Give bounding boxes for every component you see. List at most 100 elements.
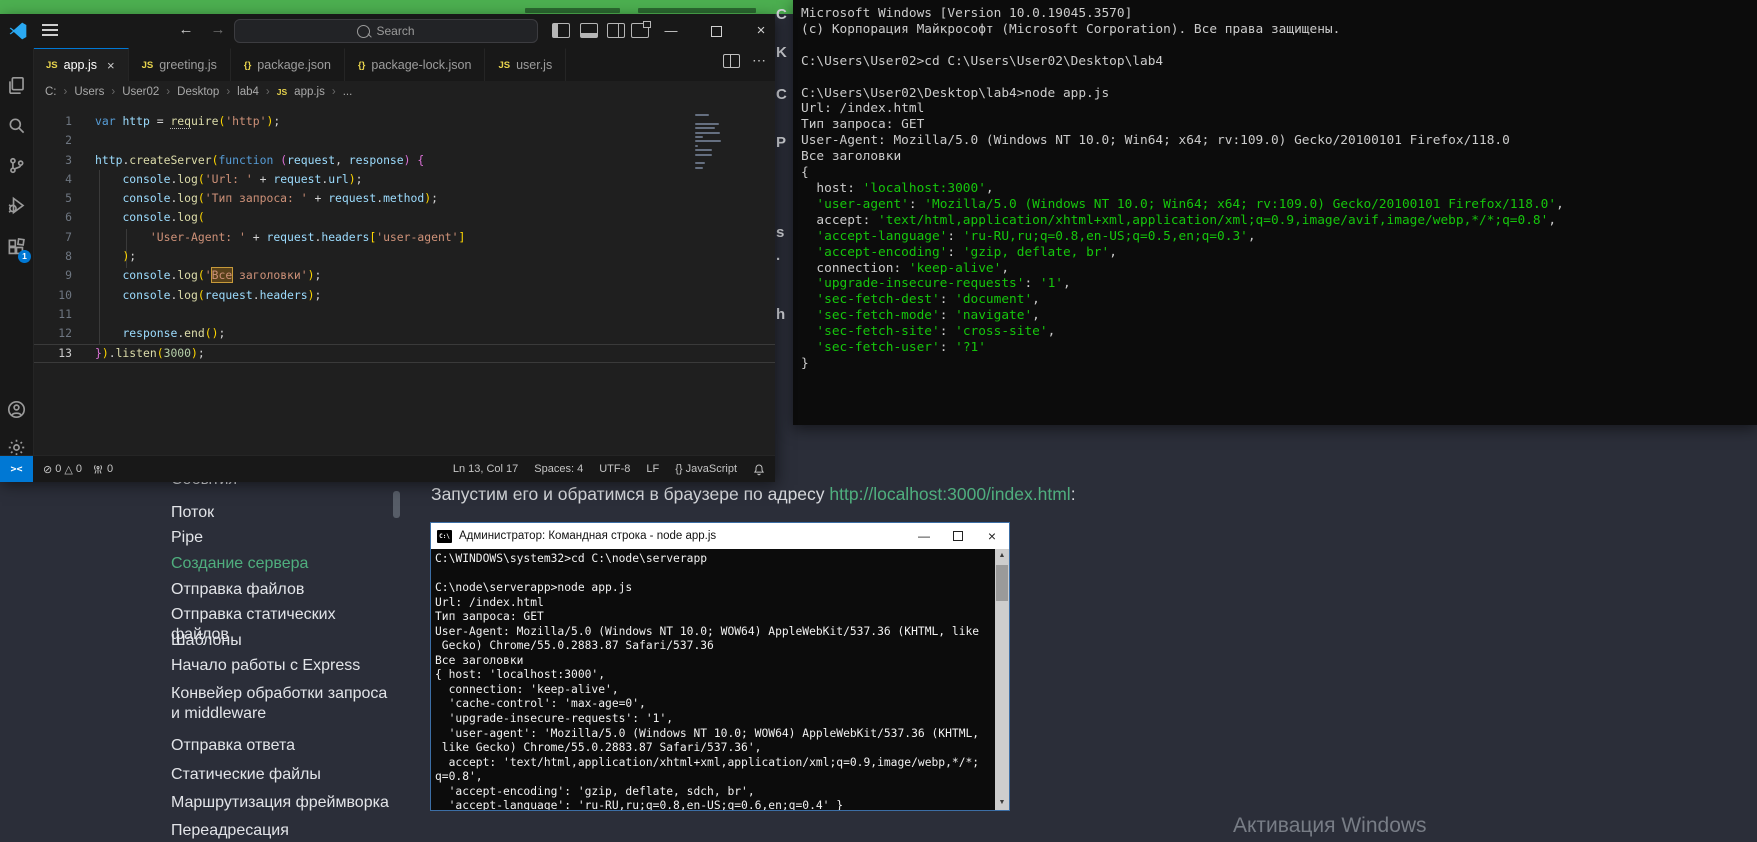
notifications-bell-icon[interactable] xyxy=(753,463,765,476)
terminal-line: 'sec-fetch-site': 'cross-site', xyxy=(801,324,1753,340)
breadcrumb-item[interactable]: Users xyxy=(74,86,104,98)
breadcrumb-item[interactable]: Desktop xyxy=(177,86,219,98)
code-line-10[interactable]: 10 console.log(request.headers); xyxy=(33,286,775,305)
more-actions-icon[interactable]: ⋯ xyxy=(752,54,767,68)
terminal-line: 'sec-fetch-dest': 'document', xyxy=(801,292,1753,308)
article-lead-text: Запустим его и обратимся в браузере по а… xyxy=(431,484,829,504)
cmd-console-line: 'accept-language': 'ru-RU,ru;q=0.8,en-US… xyxy=(435,799,993,810)
sidebar-item-12[interactable]: Маршрутизация фреймворка xyxy=(171,793,389,813)
minimap-line xyxy=(695,132,720,134)
account-icon[interactable] xyxy=(0,394,33,424)
sidebar-scrollbar[interactable] xyxy=(393,491,400,518)
toggle-panel-icon[interactable] xyxy=(580,23,598,38)
file-type-icon: JS xyxy=(498,60,510,71)
breadcrumb-item[interactable]: ... xyxy=(343,86,353,98)
cmd-console-line: 'accept-encoding': 'gzip, deflate, sdch,… xyxy=(435,785,993,800)
sidebar-item-10[interactable]: Отправка ответа xyxy=(171,736,295,756)
terminal-line: User-Agent: Mozilla/5.0 (Windows NT 10.0… xyxy=(801,133,1753,149)
sidebar-item-11[interactable]: Статические файлы xyxy=(171,765,321,785)
code-line-2[interactable]: 2 xyxy=(33,131,775,150)
breadcrumb-item[interactable]: app.js xyxy=(294,86,325,98)
remote-indicator[interactable]: >< xyxy=(0,456,33,482)
tabs: JSapp.js× JS greeting.js {}package.json{}pa… xyxy=(33,48,566,81)
split-editor-icon[interactable] xyxy=(723,54,740,68)
status-bar: >< ⊘ 0 △ 0 0 Ln 13, Col 17 Spaces: 4 UTF… xyxy=(0,455,775,482)
article-paragraph: Запустим его и обратимся в браузере по а… xyxy=(431,484,1076,505)
nav-forward-icon[interactable]: → xyxy=(208,21,228,38)
code-line-4[interactable]: 4 console.log('Url: ' + request.url); xyxy=(33,170,775,189)
breadcrumb-item[interactable]: User02 xyxy=(122,86,159,98)
tab-package.json[interactable]: {}package.json xyxy=(231,48,345,81)
tab-actions: ⋯ xyxy=(723,54,767,68)
cmd-console-line: 'cache-control': 'max-age=0', xyxy=(435,697,993,712)
run-debug-icon[interactable] xyxy=(0,190,33,220)
status-eol[interactable]: LF xyxy=(646,463,659,475)
file-type-icon: {} xyxy=(244,60,251,71)
code-editor[interactable]: 1var http = require('http');23http.creat… xyxy=(33,103,775,475)
line-number: 6 xyxy=(33,208,72,227)
article-link[interactable]: http://localhost:3000/index.html xyxy=(829,484,1070,504)
code-line-5[interactable]: 5 console.log('Тип запроса: ' + request.… xyxy=(33,189,775,208)
scroll-up-icon: ▲ xyxy=(995,549,1009,563)
code-line-3[interactable]: 3http.createServer(function (request, re… xyxy=(33,151,775,170)
tab-package-lock.json[interactable]: {}package-lock.json xyxy=(345,48,485,81)
tab-greeting.js[interactable]: JS greeting.js xyxy=(129,48,231,81)
tab-label: greeting.js xyxy=(159,58,217,72)
sidebar-item-8[interactable]: Начало работы с Express xyxy=(171,656,360,676)
status-indent[interactable]: Spaces: 4 xyxy=(534,463,583,475)
sidebar-item-2[interactable]: Поток xyxy=(171,503,214,523)
code-line-13[interactable]: 13}).listen(3000); xyxy=(33,344,775,363)
tab-label: user.js xyxy=(516,58,552,72)
cmd-close-icon: × xyxy=(975,523,1009,549)
sidebar-item-9[interactable]: Конвейер обработки запроса и middleware xyxy=(171,684,393,724)
terminal-line: (c) Корпорация Майкрософт (Microsoft Cor… xyxy=(801,22,1753,38)
close-tab-icon[interactable]: × xyxy=(107,58,115,73)
breadcrumb-item[interactable]: C: xyxy=(45,86,57,98)
code-line-9[interactable]: 9 console.log('Все заголовки'); xyxy=(33,266,775,285)
code-line-11[interactable]: 11 xyxy=(33,305,775,324)
menu-icon[interactable] xyxy=(42,24,58,37)
close-button[interactable]: × xyxy=(748,20,774,42)
terminal-line: C:\Users\User02>cd C:\Users\User02\Deskt… xyxy=(801,54,1753,70)
minimize-button[interactable]: — xyxy=(658,20,684,42)
cmd-console-body: C:\WINDOWS\system32>cd C:\node\serverapp… xyxy=(431,549,1009,810)
code-text: console.log(request.headers); xyxy=(95,286,321,305)
code-line-1[interactable]: 1var http = require('http'); xyxy=(33,112,775,131)
nav-back-icon[interactable]: ← xyxy=(176,21,196,38)
cmd-console-line: 'upgrade-insecure-requests': '1', xyxy=(435,712,993,727)
file-type-icon: JS xyxy=(142,60,154,71)
ports-indicator[interactable]: 0 xyxy=(92,463,113,475)
sidebar-item-13[interactable]: Переадресация xyxy=(171,821,289,841)
toggle-sidebar-icon[interactable] xyxy=(552,23,570,38)
sidebar-item-5[interactable]: Отправка файлов xyxy=(171,580,304,600)
errors-warnings[interactable]: ⊘ 0 △ 0 xyxy=(43,463,82,476)
code-line-6[interactable]: 6 console.log( xyxy=(33,208,775,227)
maximize-button[interactable] xyxy=(703,20,729,42)
file-type-icon: {} xyxy=(358,60,365,71)
search-view-icon[interactable] xyxy=(0,110,33,140)
sidebar-item-3[interactable]: Pipe xyxy=(171,528,203,548)
source-control-icon[interactable] xyxy=(0,150,33,180)
code-line-12[interactable]: 12 response.end(); xyxy=(33,324,775,343)
code-line-8[interactable]: 8 ); xyxy=(33,247,775,266)
breadcrumb-item[interactable]: lab4 xyxy=(237,86,259,98)
customize-layout-icon[interactable] xyxy=(631,23,649,38)
sidebar-item-7[interactable]: Шаблоны xyxy=(171,631,242,651)
tab-user.js[interactable]: JS user.js xyxy=(485,48,566,81)
minimap[interactable] xyxy=(695,114,723,171)
toggle-secondary-sidebar-icon[interactable] xyxy=(607,23,625,38)
explorer-icon[interactable] xyxy=(0,70,33,100)
terminal-line: accept: 'text/html,application/xhtml+xml… xyxy=(801,213,1753,229)
command-search-box[interactable]: Search xyxy=(234,19,538,43)
status-encoding[interactable]: UTF-8 xyxy=(599,463,630,475)
page-text-fragment: h xyxy=(776,306,785,323)
code-line-7[interactable]: 7 'User-Agent: ' + request.headers['user… xyxy=(33,228,775,247)
status-line-col[interactable]: Ln 13, Col 17 xyxy=(453,463,518,475)
status-language[interactable]: {} JavaScript xyxy=(675,463,737,475)
sidebar-item-4[interactable]: Создание сервера xyxy=(171,554,308,574)
code-text: response.end(); xyxy=(95,324,225,343)
tab-app.js[interactable]: JSapp.js× xyxy=(33,48,129,81)
terminal-window[interactable]: Microsoft Windows [Version 10.0.19045.35… xyxy=(793,0,1757,425)
cmd-console-line: C:\node\serverapp>node app.js xyxy=(435,581,993,596)
extensions-icon[interactable]: 1 xyxy=(0,232,33,262)
